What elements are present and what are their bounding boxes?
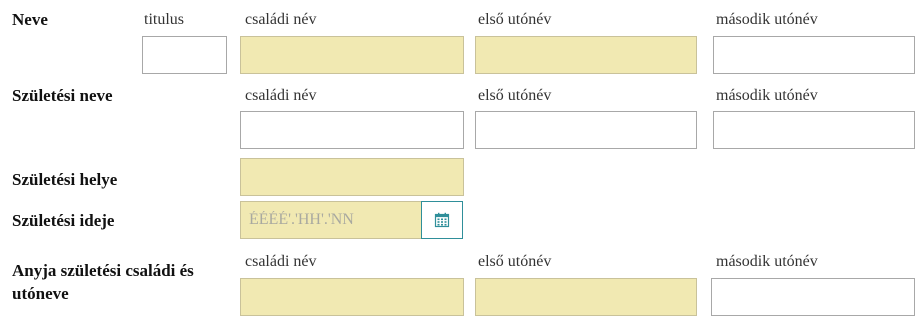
mother-first-name-input[interactable] [475, 278, 697, 316]
birth-family-name-sublabel: családi név [245, 87, 317, 104]
birth-second-name-sublabel: második utónév [716, 87, 818, 104]
second-name-sublabel: második utónév [716, 11, 818, 28]
title-input[interactable] [142, 36, 227, 74]
name-label: Neve [12, 10, 48, 29]
second-name-input[interactable] [713, 36, 915, 74]
mother-name-label-line1: Anyja születési családi és [12, 261, 194, 280]
title-sublabel: titulus [144, 11, 185, 28]
calendar-button[interactable] [421, 201, 463, 239]
mother-second-name-input[interactable] [711, 278, 915, 316]
birth-place-label: Születési helye [12, 170, 118, 189]
calendar-icon [434, 212, 450, 228]
mother-family-name-sublabel: családi név [245, 253, 317, 270]
mother-second-name-sublabel: második utónév [716, 253, 818, 270]
birth-place-input[interactable] [240, 158, 464, 196]
mother-family-name-input[interactable] [240, 278, 464, 316]
birth-family-name-input[interactable] [240, 111, 464, 149]
family-name-input[interactable] [240, 36, 464, 74]
first-name-sublabel: első utónév [478, 11, 552, 28]
birth-date-label: Születési ideje [12, 211, 115, 230]
birth-name-label: Születési neve [12, 86, 113, 105]
birth-first-name-input[interactable] [475, 111, 697, 149]
first-name-input[interactable] [475, 36, 697, 74]
birth-first-name-sublabel: első utónév [478, 87, 552, 104]
family-name-sublabel: családi név [245, 11, 317, 28]
mother-name-label-line2: utóneve [12, 284, 69, 303]
mother-first-name-sublabel: első utónév [478, 253, 552, 270]
birth-second-name-input[interactable] [713, 111, 915, 149]
birth-date-input[interactable] [240, 201, 421, 239]
